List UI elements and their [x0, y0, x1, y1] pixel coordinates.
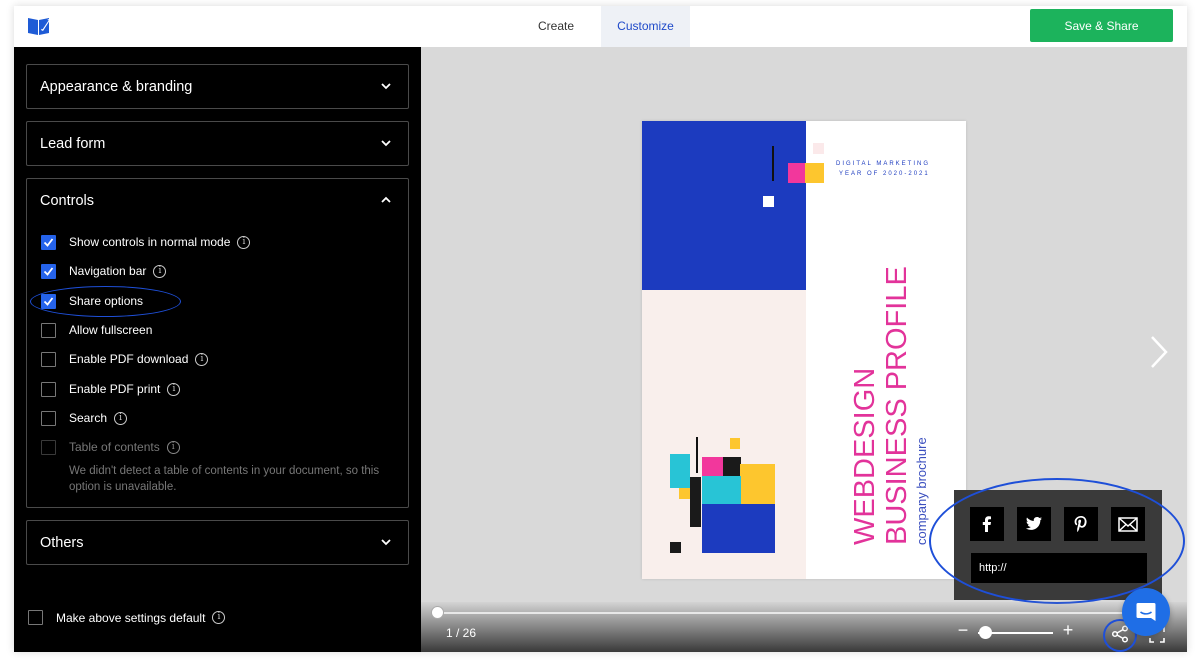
chevron-up-icon[interactable] [380, 194, 392, 206]
info-icon[interactable]: i [212, 611, 226, 624]
section-lead-form-title: Lead form [40, 135, 106, 152]
doc-title-line-2: BUSINESS PROFILE [881, 266, 913, 545]
document-page: DIGITAL MARKETING YEAR OF 2020-2021 WEBD… [642, 121, 966, 579]
control-pdf-download[interactable]: Enable PDF download i [41, 350, 209, 368]
checkbox [41, 439, 56, 455]
zoom-in-button[interactable]: + [1061, 621, 1075, 639]
control-show-controls[interactable]: Show controls in normal mode i [41, 233, 251, 251]
control-navigation-bar[interactable]: Navigation bar i [41, 262, 167, 280]
chevron-down-icon [381, 83, 391, 90]
doc-title-line-1: WEBDESIGN [849, 368, 881, 545]
control-search[interactable]: Search i [41, 409, 128, 427]
checkbox[interactable] [41, 263, 56, 279]
doc-small-heading-2: YEAR OF 2020-2021 [839, 171, 930, 177]
control-label: Allow fullscreen [69, 323, 153, 337]
info-icon[interactable]: i [195, 352, 209, 366]
save-share-button[interactable]: Save & Share [1030, 9, 1173, 42]
control-table-of-contents: Table of contents i [41, 438, 180, 456]
chevron-down-icon [381, 140, 391, 147]
info-icon[interactable]: i [114, 411, 128, 425]
control-pdf-print[interactable]: Enable PDF print i [41, 380, 181, 398]
highlight-ring [929, 478, 1185, 604]
checkbox[interactable] [28, 610, 43, 625]
info-icon[interactable]: i [237, 235, 251, 249]
page-indicator: 1 / 26 [446, 626, 477, 640]
chat-support-button[interactable] [1122, 588, 1170, 636]
section-controls-title[interactable]: Controls [27, 179, 408, 222]
section-others-title: Others [40, 534, 84, 551]
chevron-down-icon [381, 539, 391, 546]
settings-sidebar: Appearance & branding Lead form Controls… [14, 47, 421, 652]
control-label: Search [69, 411, 108, 425]
checkbox[interactable] [41, 381, 56, 397]
control-label: Enable PDF print [69, 382, 161, 396]
default-settings-row[interactable]: Make above settings default i [28, 610, 226, 625]
checkbox[interactable] [41, 322, 56, 338]
toc-unavailable-note: We didn't detect a table of contents in … [69, 465, 380, 493]
app-window: Create Customize Save & Share Appearance… [14, 6, 1187, 652]
doc-subtitle: company brochure [914, 437, 929, 545]
next-page-arrow-icon[interactable] [1149, 335, 1169, 369]
doc-small-heading-1: DIGITAL MARKETING [836, 161, 930, 167]
zoom-slider-handle[interactable] [979, 626, 992, 639]
section-others[interactable]: Others [26, 520, 409, 565]
section-lead-form[interactable]: Lead form [26, 121, 409, 166]
document-preview: DIGITAL MARKETING YEAR OF 2020-2021 WEBD… [421, 47, 1187, 652]
logo-icon[interactable] [27, 16, 51, 36]
tab-create[interactable]: Create [519, 6, 593, 47]
control-label: Table of contents [69, 440, 160, 454]
page-progress-handle[interactable] [431, 606, 444, 619]
top-bar: Create Customize Save & Share [14, 6, 1187, 47]
control-allow-fullscreen[interactable]: Allow fullscreen [41, 321, 152, 339]
page-artwork: DIGITAL MARKETING YEAR OF 2020-2021 WEBD… [642, 121, 930, 579]
checkbox[interactable] [41, 234, 56, 250]
section-controls: Controls Show controls in normal mode i … [26, 178, 409, 508]
zoom-out-button[interactable]: − [956, 621, 970, 639]
checkbox[interactable] [41, 351, 56, 367]
tab-customize[interactable]: Customize [601, 6, 690, 47]
highlight-ring [30, 286, 181, 317]
info-icon[interactable]: i [153, 264, 167, 278]
info-icon[interactable]: i [167, 382, 181, 396]
info-icon[interactable]: i [166, 440, 180, 454]
page-progress-track[interactable] [437, 612, 1137, 614]
chat-icon [1136, 603, 1156, 621]
control-label: Show controls in normal mode [69, 235, 231, 249]
section-appearance-branding[interactable]: Appearance & branding [26, 64, 409, 109]
checkbox[interactable] [41, 410, 56, 426]
default-settings-label: Make above settings default [56, 610, 206, 625]
control-label: Enable PDF download [69, 352, 189, 366]
control-label: Navigation bar [69, 264, 147, 278]
section-appearance-branding-title: Appearance & branding [40, 78, 193, 95]
